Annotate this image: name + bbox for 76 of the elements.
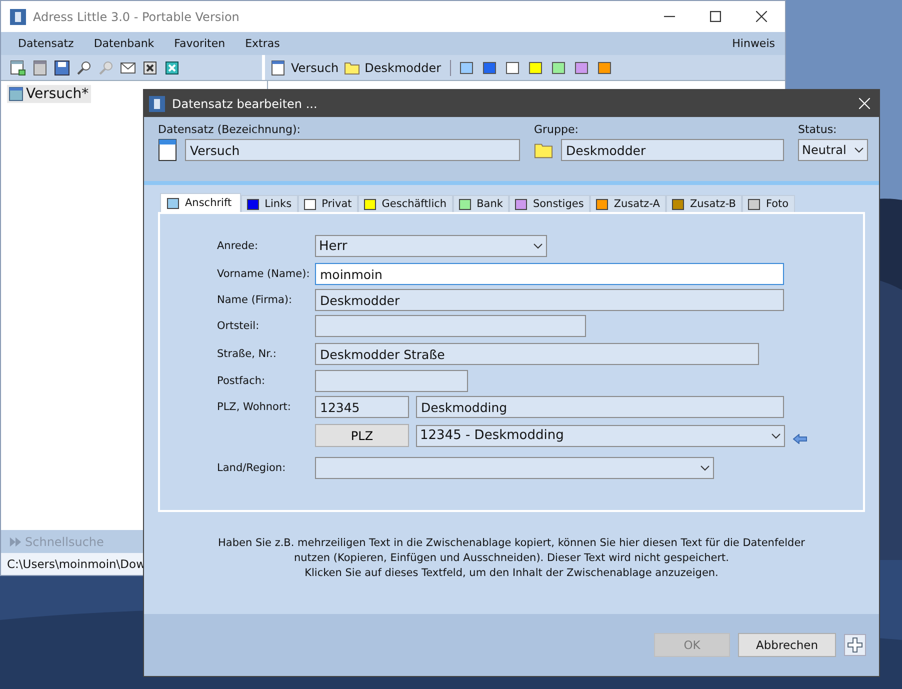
app-icon	[10, 8, 26, 24]
field-label: Vorname (Name):	[217, 268, 310, 280]
group-name: Deskmodder	[364, 60, 442, 74]
tab[interactable]: Anschrift	[160, 193, 241, 212]
field-label: Straße, Nr.:	[217, 348, 276, 360]
plus-icon[interactable]	[844, 634, 866, 656]
search-icon[interactable]	[76, 60, 92, 76]
chevron-down-icon	[854, 147, 864, 153]
tab[interactable]: Zusatz-B	[666, 195, 742, 212]
tab[interactable]: Bank	[452, 195, 509, 212]
record-icon	[9, 87, 23, 101]
record-icon[interactable]	[32, 60, 48, 76]
menu-item[interactable]: Hinweis	[732, 37, 775, 50]
mail-icon[interactable]	[120, 60, 136, 76]
text-field[interactable]	[315, 370, 468, 392]
menu-item[interactable]: Datensatz	[18, 37, 74, 50]
arrow-left-icon	[793, 434, 807, 444]
field-label: Anrede:	[217, 240, 258, 252]
text-field[interactable]	[315, 315, 586, 337]
menu-item[interactable]: Extras	[245, 37, 280, 50]
group-field[interactable]: Deskmodder	[561, 139, 784, 161]
field-label: Name (Firma):	[217, 294, 292, 306]
fast-forward-icon	[9, 536, 22, 548]
color-swatch[interactable]	[529, 62, 542, 74]
chevron-down-icon	[771, 432, 781, 438]
tab[interactable]: Links	[240, 195, 298, 212]
text-field[interactable]: Deskmodder	[315, 289, 784, 311]
close-box-icon[interactable]	[164, 60, 180, 76]
status-dropdown[interactable]: Neutral	[798, 139, 868, 161]
file-path: C:\Users\moinmoin\Dow	[7, 557, 146, 571]
record-name-field[interactable]: Versuch	[185, 139, 520, 161]
field-label: Postfach:	[217, 375, 266, 387]
city-field[interactable]: Deskmodding	[416, 396, 784, 418]
tab[interactable]: Geschäftlich	[358, 195, 453, 212]
color-swatch[interactable]	[552, 62, 566, 74]
field-label: Status:	[798, 123, 838, 136]
dropdown[interactable]	[315, 457, 714, 479]
save-icon[interactable]	[54, 60, 70, 76]
close-icon[interactable]	[756, 11, 767, 22]
field-label: Ortsteil:	[217, 320, 260, 332]
text-field[interactable]: Deskmodder Straße	[315, 343, 759, 365]
window-title: Adress Little 3.0 - Portable Version	[33, 10, 240, 24]
zip-button[interactable]: PLZ	[315, 424, 409, 447]
app-icon	[149, 96, 165, 112]
cancel-button[interactable]: Abbrechen	[738, 633, 836, 657]
field-label: PLZ, Wohnort:	[217, 401, 291, 413]
zip-dropdown[interactable]: 12345 - Deskmodding	[416, 424, 785, 446]
dialog-title: Datensatz bearbeiten ...	[172, 96, 318, 110]
record-icon	[270, 60, 286, 76]
maximize-icon[interactable]	[710, 11, 721, 22]
folder-icon	[344, 60, 360, 76]
color-swatch[interactable]	[506, 62, 520, 74]
field-label: Land/Region:	[217, 462, 286, 474]
record-icon	[158, 139, 177, 161]
record-name: Versuch	[291, 60, 339, 74]
field-label: Gruppe:	[534, 123, 580, 136]
tree-item[interactable]: Versuch*	[7, 85, 91, 103]
close-box-icon[interactable]	[142, 60, 158, 76]
tab[interactable]: Foto	[742, 195, 795, 212]
dropdown[interactable]: Herr	[315, 235, 547, 257]
new-record-icon[interactable]	[10, 60, 26, 76]
tab[interactable]: Sonstiges	[508, 195, 590, 212]
field-label: Datensatz (Bezeichnung):	[158, 123, 302, 136]
chevron-down-icon	[533, 243, 543, 249]
color-swatch[interactable]	[460, 62, 474, 74]
color-swatch[interactable]	[575, 62, 588, 74]
color-swatch[interactable]	[598, 62, 612, 74]
text-field[interactable]: moinmoin	[315, 263, 784, 285]
menu-item[interactable]: Datenbank	[94, 37, 154, 50]
color-swatch[interactable]	[483, 62, 496, 74]
clipboard-hint[interactable]: Haben Sie z.B. mehrzeiligen Text in die Zwischenablage kopiert, können Sie hier diesen Text für die Datenfelder nutzen (Kopieren, Einfügen und Ausschneiden). Dieser Text wird nicht gespeichert. Klicken Sie auf dieses Textfeld, um den Inhalt der Zwischenablage anzuzeigen.	[158, 536, 865, 581]
tab[interactable]: Privat	[298, 195, 358, 212]
zip-field[interactable]: 12345	[315, 396, 409, 418]
tab[interactable]: Zusatz-A	[590, 195, 666, 212]
chevron-down-icon	[700, 465, 710, 471]
menu-item[interactable]: Favoriten	[174, 37, 226, 50]
